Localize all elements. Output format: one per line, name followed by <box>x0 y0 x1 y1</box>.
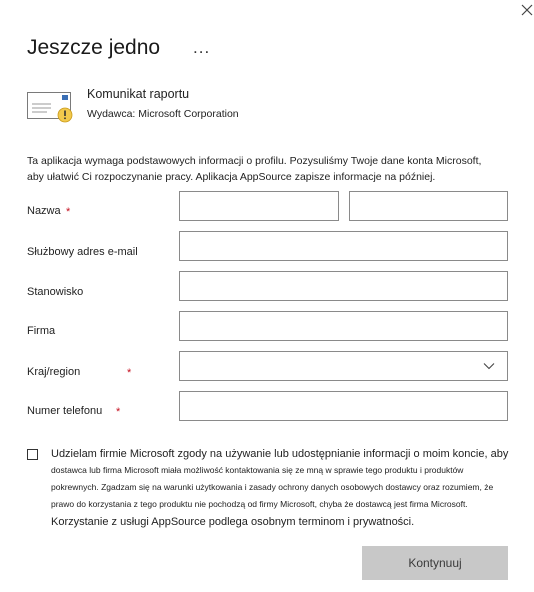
intro-line: Ta aplikacja wymaga podstawowych informa… <box>27 155 482 167</box>
continue-button[interactable]: Kontynuuj <box>362 546 508 580</box>
app-name: Komunikat raportu <box>87 87 190 101</box>
required-marker: * <box>116 406 121 418</box>
close-icon <box>521 4 533 16</box>
consent-line: Korzystanie z usługi AppSource podlega o… <box>51 516 415 528</box>
consent-text: Udzielam firmie Microsoft zgody na używa… <box>51 446 521 531</box>
country-select[interactable] <box>179 351 508 381</box>
country-label: Kraj/region <box>27 366 81 378</box>
consent-line: Udzielam firmie Microsoft zgody na używa… <box>51 448 509 460</box>
required-marker: * <box>66 206 71 218</box>
consent-checkbox[interactable] <box>27 449 38 460</box>
close-button[interactable] <box>517 0 534 20</box>
intro-line: aby ułatwić Ci rozpoczynanie pracy. Apli… <box>27 171 436 183</box>
more-options-button[interactable]: ... <box>193 38 210 58</box>
phone-input[interactable] <box>179 391 508 421</box>
phone-label: Numer telefonu <box>27 405 103 417</box>
report-message-icon <box>27 90 75 126</box>
email-label: Służbowy adres e-mail <box>27 246 138 258</box>
job-title-input[interactable] <box>179 271 508 301</box>
job-title-label: Stanowisko <box>27 286 84 298</box>
consent-line: dostawca lub firma Microsoft miała możli… <box>51 465 464 475</box>
dialog-title: Jeszcze jedno <box>27 36 161 59</box>
first-name-input[interactable] <box>179 191 339 221</box>
last-name-input[interactable] <box>349 191 508 221</box>
intro-text: Ta aplikacja wymaga podstawowych informa… <box>27 153 517 185</box>
consent-line: prawo do korzystania z tego produktu nie… <box>51 499 468 509</box>
company-label: Firma <box>27 325 56 337</box>
chevron-down-icon <box>483 363 495 370</box>
email-input[interactable] <box>179 231 508 261</box>
app-publisher: Wydawca: Microsoft Corporation <box>87 108 239 120</box>
required-marker: * <box>127 367 132 379</box>
name-label: Nazwa <box>27 205 61 217</box>
company-input[interactable] <box>179 311 508 341</box>
consent-line: pokrewnych. Zgadzam się na warunki użytk… <box>51 482 494 492</box>
